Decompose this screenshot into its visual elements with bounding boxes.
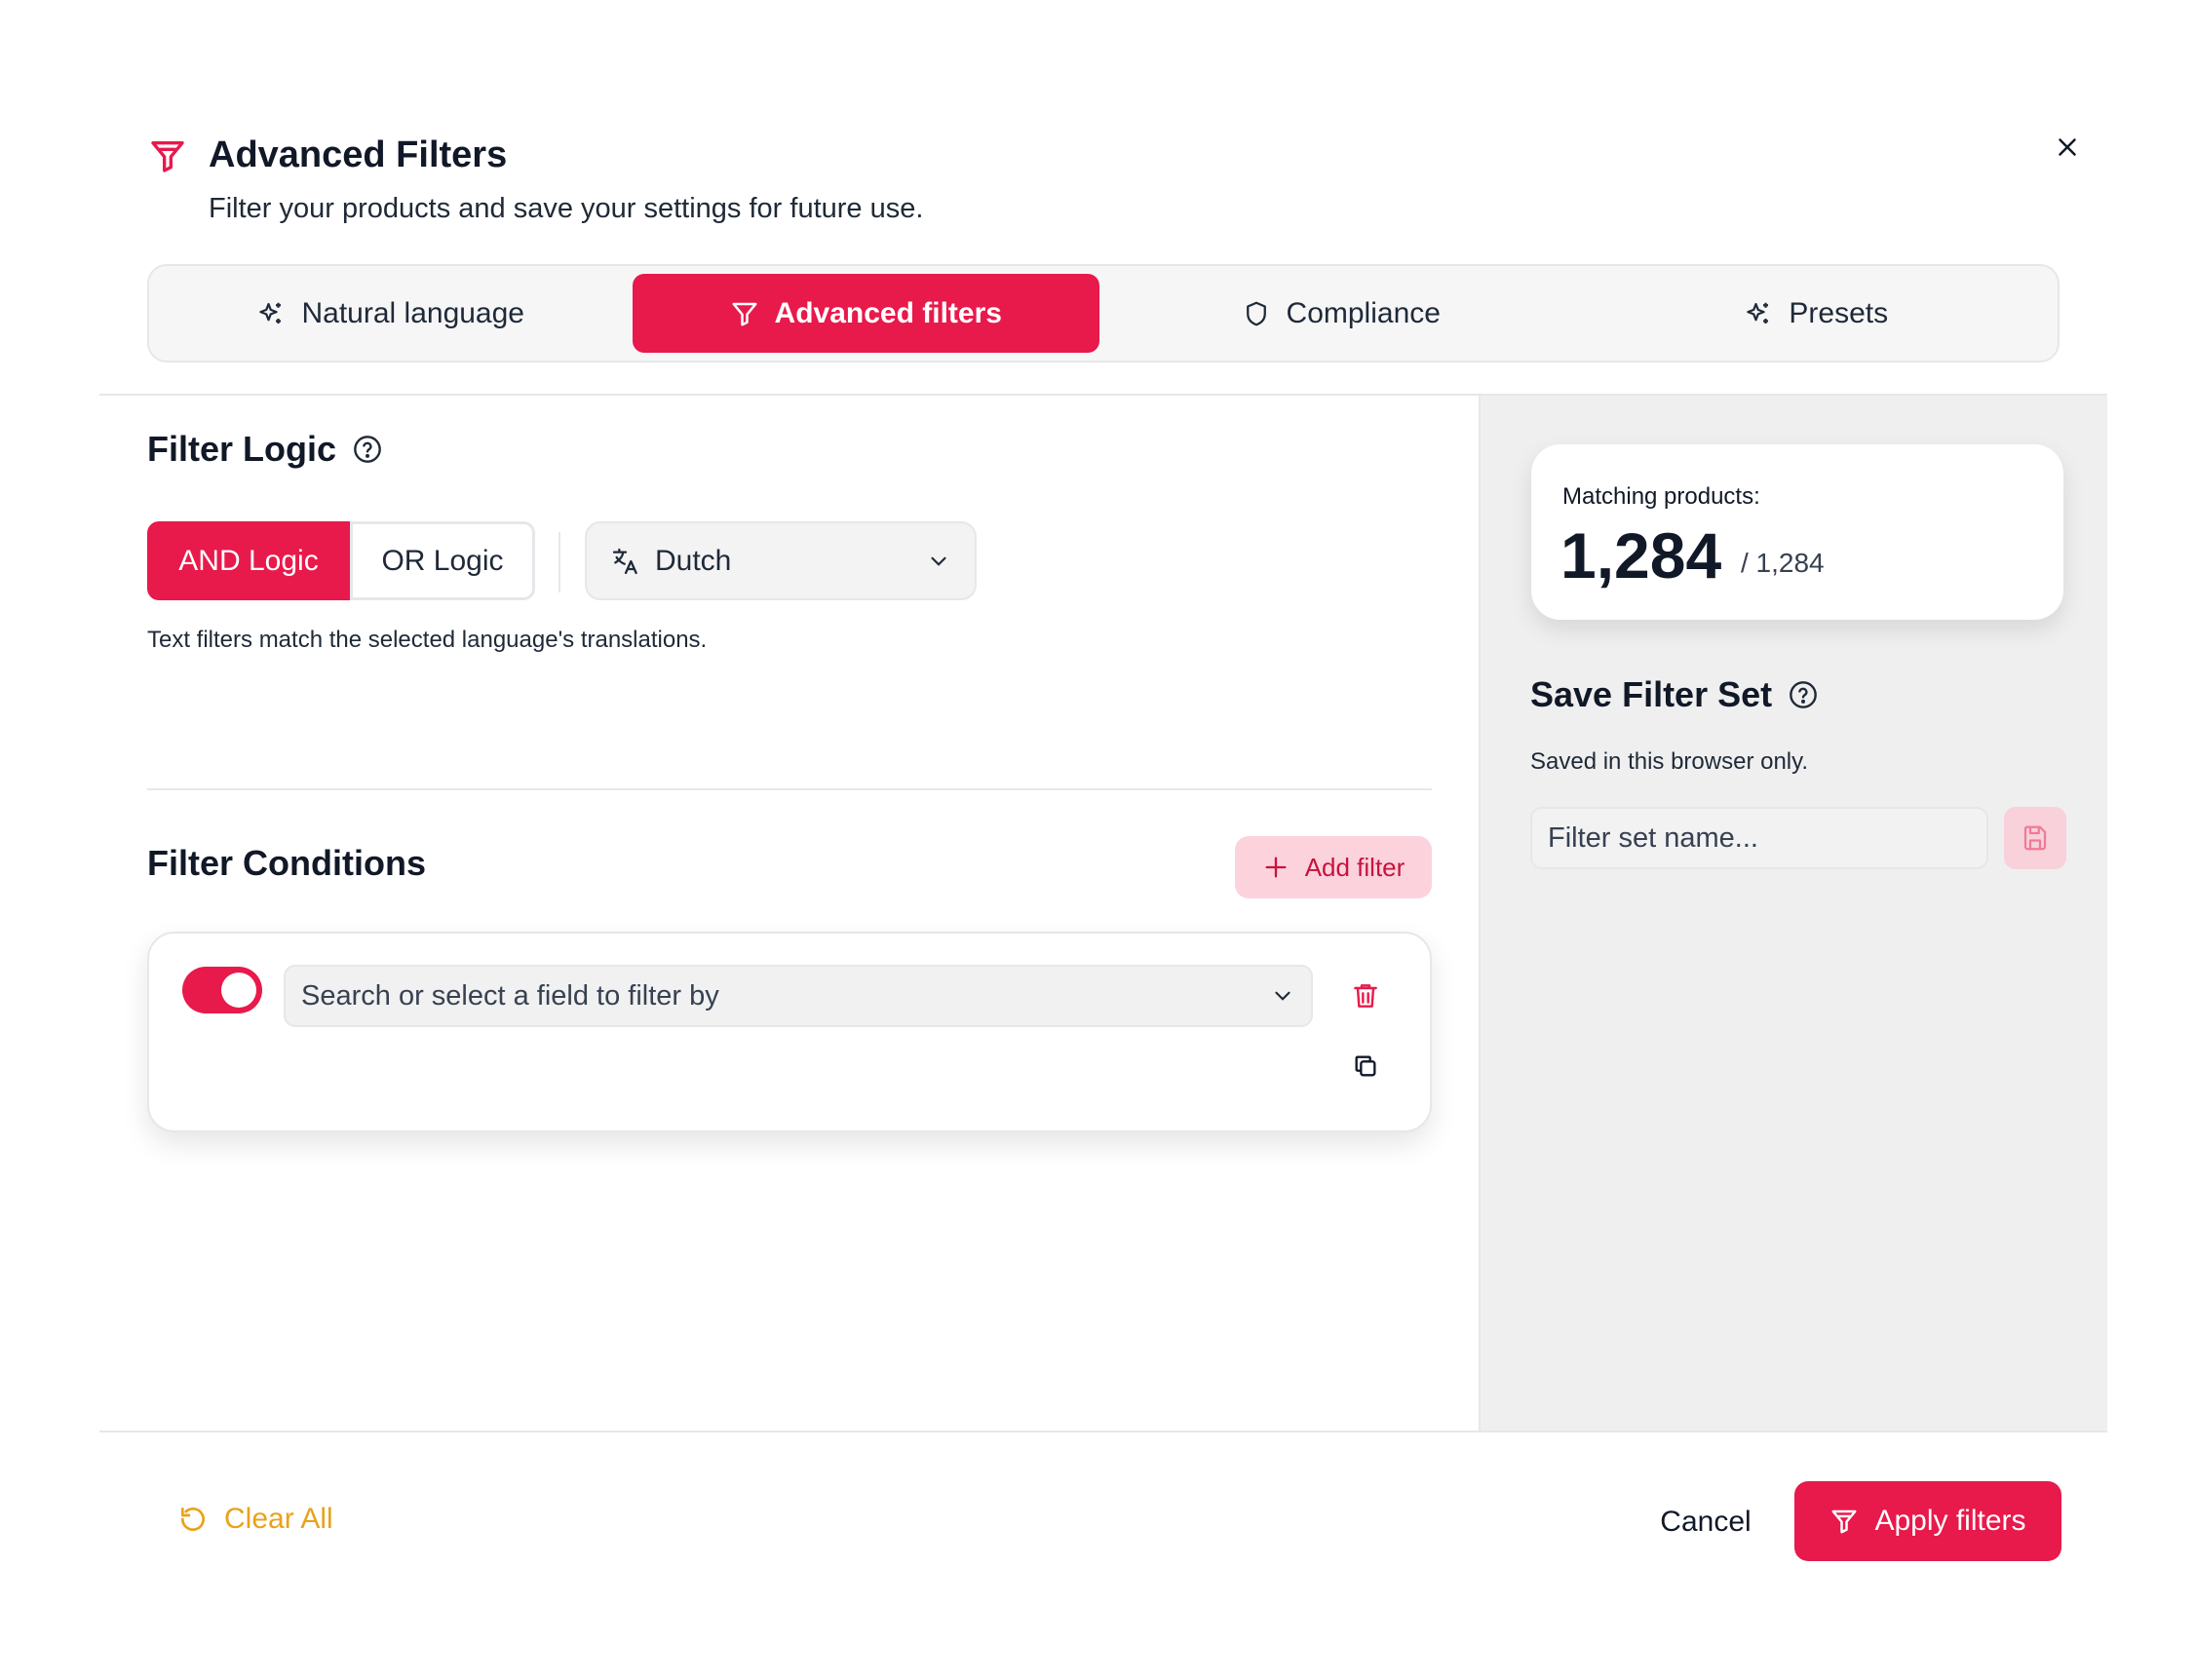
summary-panel: Matching products: 1,284 / 1,284 Save Fi…: [1479, 396, 2107, 1431]
close-button[interactable]: [2043, 123, 2092, 172]
save-filter-set-heading: Save Filter Set: [1530, 674, 1819, 715]
help-icon[interactable]: [1788, 679, 1819, 710]
help-icon[interactable]: [352, 434, 383, 465]
matching-products-total: / 1,284: [1741, 548, 1825, 578]
reset-icon: [181, 1508, 205, 1531]
dialog-subtitle: Filter your products and save your setti…: [209, 193, 924, 224]
dialog-title: Advanced Filters: [209, 134, 508, 175]
delete-condition-button[interactable]: [1346, 976, 1385, 1015]
logic-toggle-group: AND Logic OR Logic: [147, 521, 535, 600]
filter-icon: [732, 302, 757, 325]
section-divider: [147, 788, 1432, 790]
copy-icon: [1355, 1055, 1376, 1077]
chevron-down-icon: [931, 556, 946, 566]
add-filter-label: Add filter: [1304, 852, 1406, 882]
matching-products-card: Matching products: 1,284 / 1,284: [1531, 444, 2063, 620]
sparkles-icon: [1747, 302, 1769, 324]
save-icon: [2023, 825, 2047, 851]
chevron-down-icon: [1275, 991, 1290, 1001]
tab-natural-language[interactable]: Natural language: [157, 274, 625, 353]
trash-icon: [1354, 984, 1377, 1008]
advanced-filters-dialog: Advanced Filters Filter your products an…: [99, 84, 2107, 1604]
filter-logic-title: Filter Logic: [147, 429, 337, 469]
tab-compliance[interactable]: Compliance: [1107, 274, 1575, 353]
footer-divider: [99, 1431, 2107, 1432]
translate-icon: [612, 548, 637, 574]
filter-conditions-title: Filter Conditions: [147, 843, 426, 883]
apply-filters-button[interactable]: Apply filters: [1794, 1481, 2061, 1561]
plus-icon: [1265, 857, 1287, 878]
tab-label: Compliance: [1286, 296, 1441, 329]
cancel-button[interactable]: Cancel: [1637, 1483, 1774, 1561]
or-logic-button[interactable]: OR Logic: [350, 521, 535, 600]
tab-label: Advanced filters: [774, 296, 1002, 329]
sparkles-icon: [259, 302, 282, 324]
filter-icon: [148, 136, 187, 175]
dialog-header: Advanced Filters Filter your products an…: [99, 84, 2107, 394]
condition-enabled-toggle[interactable]: [182, 967, 262, 1013]
add-filter-button[interactable]: Add filter: [1235, 836, 1432, 898]
matching-products-label: Matching products:: [1562, 483, 1760, 510]
mode-tabs: Natural language Advanced filters Compli…: [147, 264, 2060, 363]
duplicate-condition-button[interactable]: [1346, 1047, 1385, 1086]
filter-set-name-input[interactable]: [1530, 807, 1988, 869]
tab-advanced-filters[interactable]: Advanced filters: [632, 274, 1099, 353]
tab-label: Presets: [1789, 296, 1889, 329]
tab-presets[interactable]: Presets: [1583, 274, 2051, 353]
matching-products-count: 1,284: [1560, 519, 1722, 592]
filter-icon: [1831, 1509, 1857, 1534]
shield-icon: [1246, 301, 1266, 325]
and-logic-button[interactable]: AND Logic: [147, 521, 350, 600]
filter-condition-card: Search or select a field to filter by: [147, 932, 1432, 1132]
save-filter-set-title: Save Filter Set: [1530, 674, 1773, 714]
filter-logic-heading: Filter Logic: [147, 429, 383, 470]
vertical-divider: [558, 532, 560, 592]
save-note: Saved in this browser only.: [1530, 748, 1809, 775]
field-select[interactable]: Search or select a field to filter by: [284, 965, 1313, 1027]
clear-all-button[interactable]: Clear All: [177, 1503, 333, 1536]
tab-label: Natural language: [301, 296, 524, 329]
apply-filters-label: Apply filters: [1874, 1505, 2026, 1537]
language-value: Dutch: [655, 544, 732, 577]
save-filter-set-button[interactable]: [2004, 807, 2066, 869]
close-icon: [2059, 138, 2076, 156]
language-helper-text: Text filters match the selected language…: [147, 627, 708, 653]
field-select-placeholder: Search or select a field to filter by: [301, 979, 719, 1012]
clear-all-label: Clear All: [224, 1503, 333, 1535]
filters-panel: Filter Logic AND Logic OR Logic Dutch Te…: [99, 396, 1479, 1431]
language-select[interactable]: Dutch: [585, 521, 977, 600]
